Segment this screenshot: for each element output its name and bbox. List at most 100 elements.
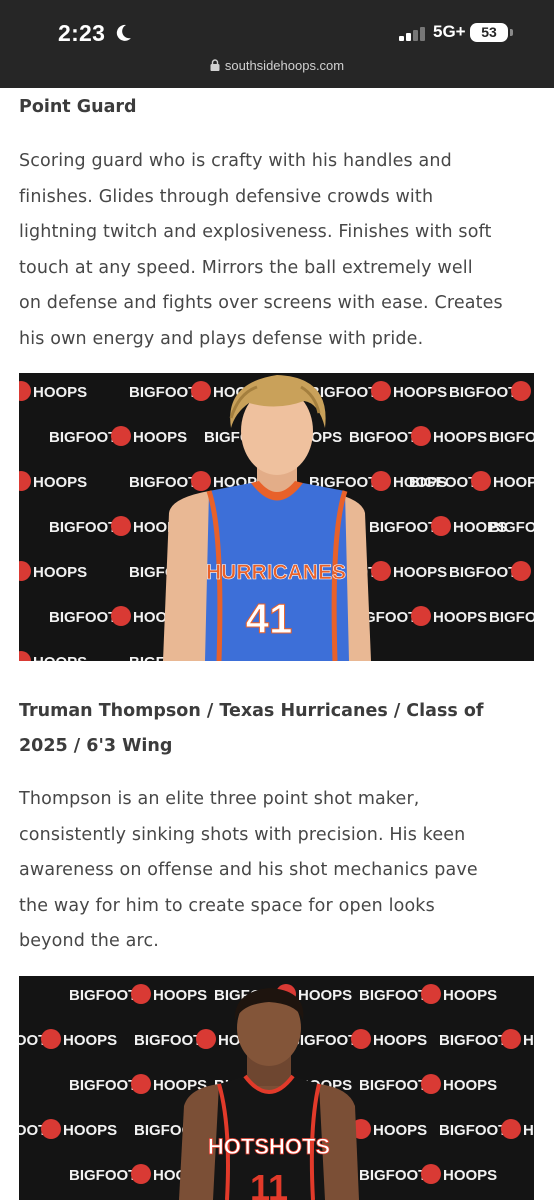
photo-hotshots-image: BIGFOOT HOOPS BIGFOOT HOOPS BIGFOOT HOOPS BIGF…: [19, 984, 534, 1200]
paragraph-line: lightning twitch and explosiveness. Fini…: [19, 222, 492, 242]
backdrop-logo: BIGFOOTHOOPS: [19, 651, 87, 661]
backdrop-logo: BIGFOOTHOOPS: [19, 471, 87, 491]
url-text: southsidehoops.com: [224, 58, 345, 73]
svg-text:BIGFOOT: BIGFOOT: [489, 609, 534, 626]
svg-text:BIGFOOT: BIGFOOT: [349, 429, 417, 446]
paragraph-line: awareness on offense and his shot mechan…: [19, 860, 478, 880]
svg-text:HOOPS: HOOPS: [33, 384, 87, 401]
backdrop-logo: BIGFOOTHOOPS: [19, 1029, 117, 1049]
jersey-number-text: 11: [250, 1167, 288, 1200]
backdrop-logo: BIGFOOTHOOPS: [49, 516, 187, 536]
svg-text:BIGFOOT: BIGFOOT: [359, 1167, 427, 1184]
paragraph-line: Scoring guard who is crafty with his han…: [19, 151, 452, 171]
svg-text:HOOPS: HOOPS: [63, 1122, 117, 1139]
url-bar[interactable]: southsidehoops.com: [0, 58, 554, 80]
player-photo-hurricanes: BIGFOOTHOOPSBIGFOOTHOOPSBIGFOOTHOOPSBIGF…: [19, 373, 534, 661]
backdrop-logo: BIGFOOTHOOPS: [19, 1119, 117, 1139]
backdrop-logo: BIGFOOT HOOPS: [49, 426, 187, 446]
position-heading: Point Guard: [19, 97, 137, 117]
svg-text:BIGFOOT: BIGFOOT: [134, 1032, 202, 1049]
player-heading: Truman Thompson / Texas Hurricanes / Cla…: [19, 694, 535, 764]
backdrop-logo: BIGFOOTHOOPS: [19, 381, 87, 401]
svg-text:HOOPS: HOOPS: [433, 609, 487, 626]
paragraph-line: Thompson is an elite three point shot ma…: [19, 789, 420, 809]
status-time: 2:23: [58, 20, 106, 46]
svg-text:HOOPS: HOOPS: [493, 474, 534, 491]
heading-line: 2025 / 6'3 Wing: [19, 736, 173, 756]
svg-text:HOOPS: HOOPS: [523, 1122, 534, 1139]
paragraph-line: his own energy and plays defense with pr…: [19, 328, 424, 349]
paragraph-line: beyond the arc.: [19, 931, 159, 951]
paragraph-line: consistently sinking shots with precisio…: [19, 824, 466, 845]
svg-text:HOOPS: HOOPS: [133, 429, 187, 446]
svg-text:BIGFOOT: BIGFOOT: [69, 1167, 137, 1184]
svg-text:HOOPS: HOOPS: [373, 1032, 427, 1049]
svg-text:BIGFOOT: BIGFOOT: [439, 1122, 507, 1139]
backdrop-logo: BIGFOOTHOOPS: [19, 561, 87, 581]
svg-text:BIGFOOT: BIGFOOT: [439, 1032, 507, 1049]
svg-text:BIGFOOT: BIGFOOT: [369, 519, 437, 536]
svg-text:HOOPS: HOOPS: [443, 987, 497, 1004]
svg-text:HOOPS: HOOPS: [33, 564, 87, 581]
svg-text:BIGFOOT: BIGFOOT: [69, 987, 137, 1004]
svg-text:BIGFOOT: BIGFOOT: [409, 474, 477, 491]
backdrop-logo: BIGFOOTHOOPS: [449, 561, 534, 581]
backdrop-logo: BIGFOOTHOOPS: [349, 606, 487, 626]
player-photo-hotshots: BIGFOOT HOOPS BIGFOOT HOOPS BIGFOOT HOOPS BIGF…: [19, 976, 534, 1200]
svg-text:HOOPS: HOOPS: [153, 987, 207, 1004]
svg-text:BIGFOOT: BIGFOOT: [129, 384, 197, 401]
svg-text:HOOPS: HOOPS: [443, 1167, 497, 1184]
svg-text:BIGFOOT: BIGFOOT: [449, 384, 517, 401]
svg-text:BIGFOOT: BIGFOOT: [49, 519, 117, 536]
battery-icon: 53: [470, 23, 508, 42]
backdrop-logo: BIGFOOT HOOPS: [409, 471, 534, 491]
svg-text:HOOPS: HOOPS: [393, 564, 447, 581]
moon-icon: [116, 24, 131, 41]
backdrop-logo: BIGFOOTHOOPS: [69, 1074, 207, 1094]
scouting-paragraph-1: Scoring guard who is crafty with his han…: [19, 144, 535, 357]
backdrop-logo: BIGFOOT HOOPS: [439, 1119, 534, 1139]
svg-text:BIGFOOT: BIGFOOT: [49, 429, 117, 446]
backdrop-logo: BIGFOOTHOOPS: [349, 426, 487, 446]
battery-tip: [510, 29, 513, 36]
signal-icon: [399, 27, 429, 41]
backdrop-logo: BIGFOOTHOOPS: [369, 516, 507, 536]
jersey-team-text: HOTSHOTS: [208, 1134, 330, 1159]
svg-text:HOOPS: HOOPS: [33, 654, 87, 661]
backdrop-logo: BIGFOOT HOOPS: [439, 1029, 534, 1049]
jersey-number-text: 41: [246, 595, 293, 642]
backdrop-logo: BIGFOOT HOOPS: [449, 381, 534, 401]
backdrop-logo: BIGFOOTHOOPS: [489, 609, 534, 626]
svg-text:HOOPS: HOOPS: [33, 474, 87, 491]
backdrop-logo: BIGFOOT HOOPS: [359, 1164, 497, 1184]
backdrop-logo: BIGFOOTHOOPS: [289, 1029, 427, 1049]
heading-line: Truman Thompson / Texas Hurricanes / Cla…: [19, 701, 484, 721]
svg-text:HOOPS: HOOPS: [393, 384, 447, 401]
svg-text:BIGFOOT: BIGFOOT: [129, 474, 197, 491]
svg-text:HOOPS: HOOPS: [533, 384, 534, 401]
svg-text:HOOPS: HOOPS: [298, 987, 352, 1004]
photo-hurricanes-image: BIGFOOTHOOPSBIGFOOTHOOPSBIGFOOTHOOPSBIGF…: [19, 375, 534, 661]
paragraph-line: the way for him to create space for open…: [19, 895, 435, 916]
svg-text:BIGFOOT: BIGFOOT: [489, 429, 534, 446]
svg-text:HOOPS: HOOPS: [523, 1032, 534, 1049]
status-bar: 2:23 5G+ 53 southsidehoops.com: [0, 0, 554, 88]
jersey-team-text: HURRICANES: [206, 561, 346, 584]
svg-text:HOOPS: HOOPS: [373, 1122, 427, 1139]
svg-text:BIGFOOT: BIGFOOT: [69, 1077, 137, 1094]
backdrop-logo: BIGFOOT HOOPS: [359, 1074, 497, 1094]
paragraph-line: finishes. Glides through defensive crowd…: [19, 186, 434, 207]
svg-text:BIGFOOT: BIGFOOT: [489, 519, 534, 536]
backdrop-logo: BIGFOOT HOOPS: [359, 984, 497, 1004]
svg-text:BIGFOOT: BIGFOOT: [359, 1077, 427, 1094]
svg-text:BIGFOOT: BIGFOOT: [359, 987, 427, 1004]
scouting-paragraph-2: Thompson is an elite three point shot ma…: [19, 782, 535, 960]
svg-text:HOOPS: HOOPS: [533, 564, 534, 581]
paragraph-line: on defense and fights over screens with …: [19, 293, 503, 313]
svg-text:HOOPS: HOOPS: [443, 1077, 497, 1094]
backdrop-logo: BIGFOOTHOOPS: [489, 429, 534, 446]
backdrop-logo: BIGFOOTHOOPS: [309, 381, 447, 401]
svg-text:HOOPS: HOOPS: [63, 1032, 117, 1049]
backdrop-logo: BIGFOOT HOOPS: [69, 984, 207, 1004]
paragraph-line: touch at any speed. Mirrors the ball ext…: [19, 257, 473, 278]
